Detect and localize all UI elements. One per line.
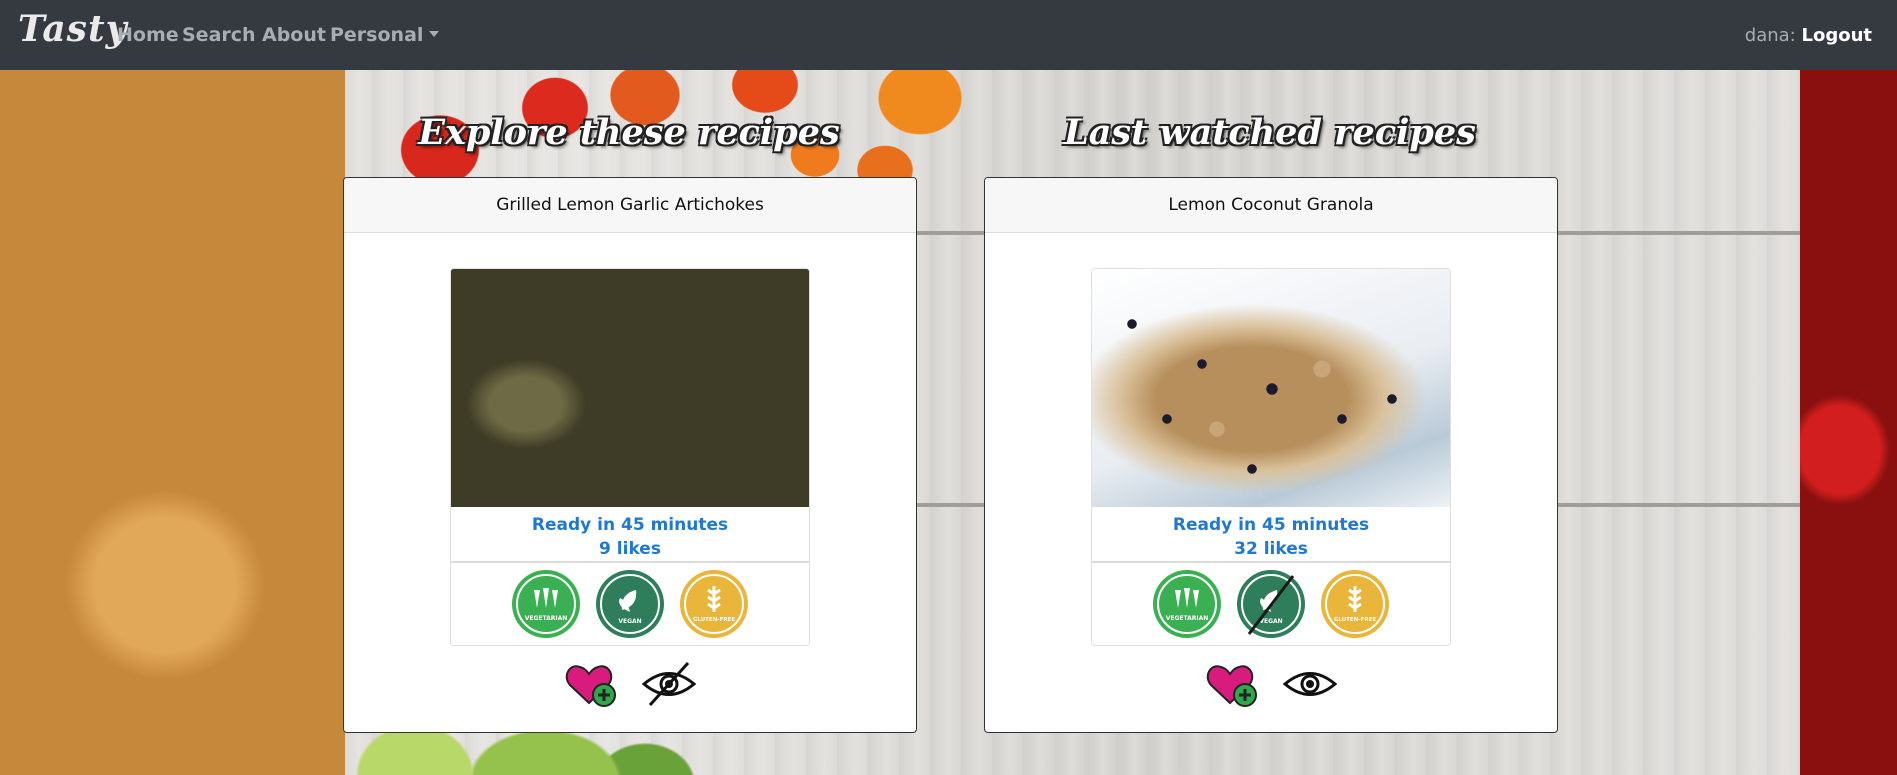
ready-time: Ready in 45 minutes: [1172, 515, 1370, 535]
vegetables-left-background: [0, 70, 345, 775]
vegan-label: VEGAN: [1259, 618, 1282, 625]
vegetarian-icon: VEGETARIAN: [1151, 568, 1223, 640]
recipe-card-explore: Grilled Lemon Garlic Artichokes Ready in…: [343, 177, 917, 733]
gluten-free-icon: GLUTEN-FREE: [1319, 568, 1391, 640]
recipe-title[interactable]: Grilled Lemon Garlic Artichokes: [344, 178, 916, 233]
brand-logo[interactable]: Tasty: [18, 8, 127, 50]
vegan-icon: VEGAN: [594, 568, 666, 640]
vegetarian-label: VEGETARIAN: [1166, 615, 1209, 622]
recipe-card-watched: Lemon Coconut Granola Ready in 45 minute…: [984, 177, 1558, 733]
vegan-label: VEGAN: [618, 618, 641, 625]
nav-personal-dropdown[interactable]: Personal: [330, 24, 439, 46]
heart-plus-icon[interactable]: [1205, 659, 1259, 709]
ready-time: Ready in 45 minutes: [531, 515, 729, 535]
navbar: Tasty Home Search About Personal dana: L…: [0, 0, 1897, 70]
likes-count: 9 likes: [451, 537, 809, 563]
eye-icon[interactable]: [1283, 659, 1337, 709]
diet-badges: VEGETARIAN VEGAN GLUTEN-FREE: [1092, 563, 1450, 645]
nav-search[interactable]: Search: [182, 24, 256, 46]
user-area: dana: Logout: [1745, 25, 1872, 46]
nav-home[interactable]: Home: [117, 24, 179, 46]
vegetarian-label: VEGETARIAN: [525, 615, 568, 622]
recipe-content: Ready in 45 minutes 9 likes VEGETARIAN V…: [450, 268, 810, 646]
user-name: dana:: [1744, 25, 1796, 46]
recipe-photo[interactable]: [1092, 269, 1450, 507]
heart-plus-icon[interactable]: [564, 659, 618, 709]
watched-title: Last watched recipes: [1064, 112, 1476, 153]
recipe-title[interactable]: Lemon Coconut Granola: [985, 178, 1557, 233]
recipe-actions: [344, 659, 916, 709]
nav-about[interactable]: About: [262, 24, 326, 46]
gluten-free-label: GLUTEN-FREE: [1334, 617, 1376, 623]
recipe-photo[interactable]: [451, 269, 809, 507]
explore-title: Explore these recipes: [418, 112, 840, 153]
eye-crossed-icon[interactable]: [642, 659, 696, 709]
likes-count: 32 likes: [1092, 537, 1450, 563]
gluten-free-label: GLUTEN-FREE: [693, 617, 735, 623]
recipe-content: Ready in 45 minutes 32 likes VEGETARIAN …: [1091, 268, 1451, 646]
vegan-icon: VEGAN: [1235, 568, 1307, 640]
vegetarian-icon: VEGETARIAN: [510, 568, 582, 640]
gluten-free-icon: GLUTEN-FREE: [678, 568, 750, 640]
recipe-actions: [985, 659, 1557, 709]
diet-badges: VEGETARIAN VEGAN GLUTEN-FREE: [451, 563, 809, 645]
vegetables-right-background: [1800, 70, 1897, 775]
logout-link[interactable]: Logout: [1801, 25, 1872, 46]
